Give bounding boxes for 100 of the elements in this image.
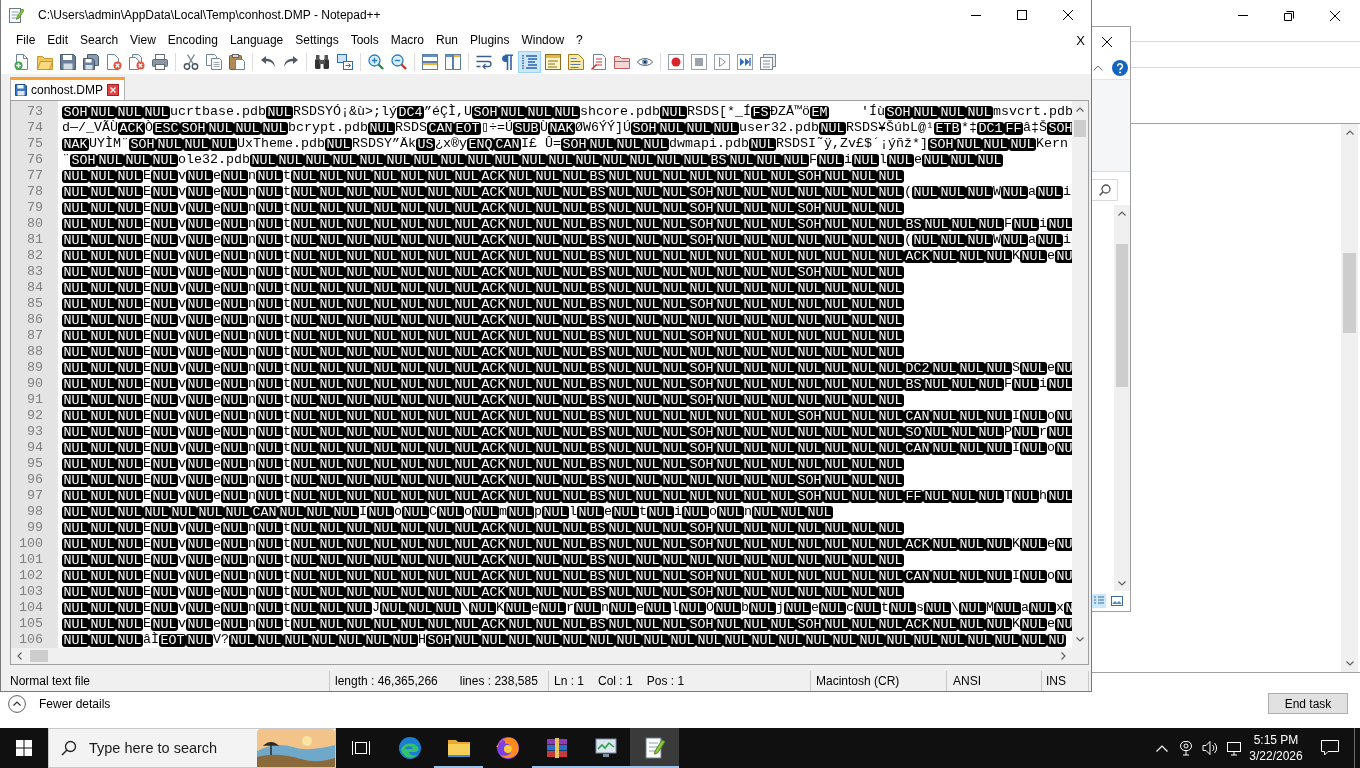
menu-item[interactable]: ?: [570, 30, 589, 50]
control-char: NUL: [62, 473, 89, 487]
control-char: NUL: [850, 473, 877, 487]
control-char: NUL: [748, 137, 776, 151]
control-char: NUL: [769, 281, 796, 295]
scrollbar-thumb[interactable]: [1074, 120, 1086, 137]
menu-item[interactable]: File: [10, 30, 42, 50]
close-icon[interactable]: [1063, 10, 1073, 20]
control-char: NUL: [345, 185, 372, 199]
control-char: ACK: [480, 537, 507, 551]
control-char: NUL: [561, 409, 588, 423]
clock-time[interactable]: 5:15 PM: [1253, 733, 1299, 747]
control-char: NUL: [534, 297, 561, 311]
control-char: NUL: [345, 313, 372, 327]
control-char: NUL: [426, 457, 453, 471]
code-text: e: [213, 392, 221, 408]
control-char: NUL: [345, 409, 372, 423]
menu-item[interactable]: Language: [223, 30, 290, 50]
vertical-scrollbar[interactable]: [1114, 205, 1130, 591]
control-char: NUL: [507, 425, 534, 439]
menu-item[interactable]: Search: [74, 30, 125, 50]
control-char: NUL: [958, 441, 985, 455]
menu-item[interactable]: Tools: [344, 30, 385, 50]
end-task-button[interactable]: End task: [1268, 693, 1348, 714]
code-text: m: [499, 504, 507, 520]
menu-item[interactable]: Plugins: [464, 30, 516, 50]
control-char: NUL: [318, 281, 345, 295]
code-text: e: [213, 472, 221, 488]
menu-item[interactable]: Settings: [289, 30, 345, 50]
scrollbar-thumb[interactable]: [1343, 253, 1356, 333]
fewer-details-button[interactable]: Fewer details: [8, 694, 111, 713]
webcam-icon[interactable]: [1179, 740, 1193, 756]
menu-item[interactable]: Macro: [384, 30, 430, 50]
menu-item[interactable]: View: [124, 30, 162, 50]
control-char: NUL: [256, 537, 283, 551]
control-char: NUL: [345, 297, 372, 311]
view-toggle[interactable]: [1110, 594, 1124, 608]
close-document-button[interactable]: X: [1070, 32, 1091, 48]
control-char: NUL: [561, 585, 588, 599]
code-text: t: [283, 312, 291, 328]
network-icon[interactable]: [1226, 740, 1242, 756]
control-char: NUL: [688, 313, 715, 327]
code-text: n: [248, 328, 256, 344]
control-char: NUL: [534, 281, 561, 295]
search-box[interactable]: Type here to search: [48, 728, 336, 768]
taskbar-app[interactable]: [630, 728, 679, 768]
stop-icon: [690, 54, 707, 70]
close-icon[interactable]: [1330, 10, 1340, 21]
close-icon[interactable]: [1102, 36, 1112, 47]
control-char: NUL: [823, 393, 850, 407]
minimize-icon[interactable]: [971, 14, 981, 16]
control-char: NUL: [507, 345, 534, 359]
control-char: NUL: [742, 585, 769, 599]
control-char: NUL: [399, 457, 426, 471]
notification-icon[interactable]: [1321, 740, 1339, 756]
control-char: NUL: [985, 617, 1012, 631]
search-field[interactable]: Type here to search: [89, 738, 245, 758]
horizontal-scrollbar[interactable]: [11, 648, 1072, 664]
control-char: NUL: [823, 617, 850, 631]
scrollbar-thumb[interactable]: [1116, 244, 1128, 387]
control-char: NUL: [931, 617, 958, 631]
vertical-scrollbar[interactable]: [1341, 124, 1358, 672]
maximize-icon[interactable]: [1017, 10, 1027, 20]
control-char: NUL: [426, 553, 453, 567]
control-char: NUL: [62, 585, 89, 599]
control-char: NUL: [318, 489, 345, 503]
restore-icon[interactable]: [1284, 10, 1294, 21]
windows-logo-icon[interactable]: [16, 740, 32, 756]
menu-item[interactable]: Window: [515, 30, 571, 50]
menu-item[interactable]: Run: [430, 30, 465, 50]
control-char: SOH: [796, 169, 823, 183]
clock-date[interactable]: 3/22/2026: [1249, 749, 1303, 763]
control-char: ENQ: [467, 137, 494, 151]
code-text: v: [178, 312, 186, 328]
code-text: K: [496, 600, 504, 616]
control-char: NUL: [291, 569, 318, 583]
control-char: NUL: [923, 217, 950, 231]
view-toggle[interactable]: [1092, 594, 1106, 608]
control-char: NUL: [250, 153, 277, 167]
control-char: NUL: [877, 249, 904, 263]
speaker-icon[interactable]: [1202, 740, 1218, 756]
control-char: NUL: [661, 617, 688, 631]
word-wrap-icon: [475, 54, 492, 70]
search-field[interactable]: [1092, 178, 1118, 201]
close-icon[interactable]: [107, 84, 120, 96]
control-char: NUL: [399, 425, 426, 439]
task-view-icon[interactable]: [350, 740, 371, 756]
menu-item[interactable]: Encoding: [161, 30, 224, 50]
vertical-scrollbar[interactable]: [1072, 101, 1088, 648]
help-icon[interactable]: [1112, 59, 1128, 76]
control-char: NUL: [642, 137, 669, 151]
menu-item[interactable]: Edit: [41, 30, 75, 50]
control-char: NUL: [561, 377, 588, 391]
control-char: NUL: [823, 585, 850, 599]
line-number: 87: [26, 328, 44, 344]
control-char: NUL: [715, 393, 742, 407]
control-char: BS: [588, 377, 607, 391]
tab[interactable]: conhost.DMP: [10, 77, 126, 100]
control-char: NUL: [685, 121, 712, 135]
scrollbar-thumb[interactable]: [30, 650, 48, 662]
